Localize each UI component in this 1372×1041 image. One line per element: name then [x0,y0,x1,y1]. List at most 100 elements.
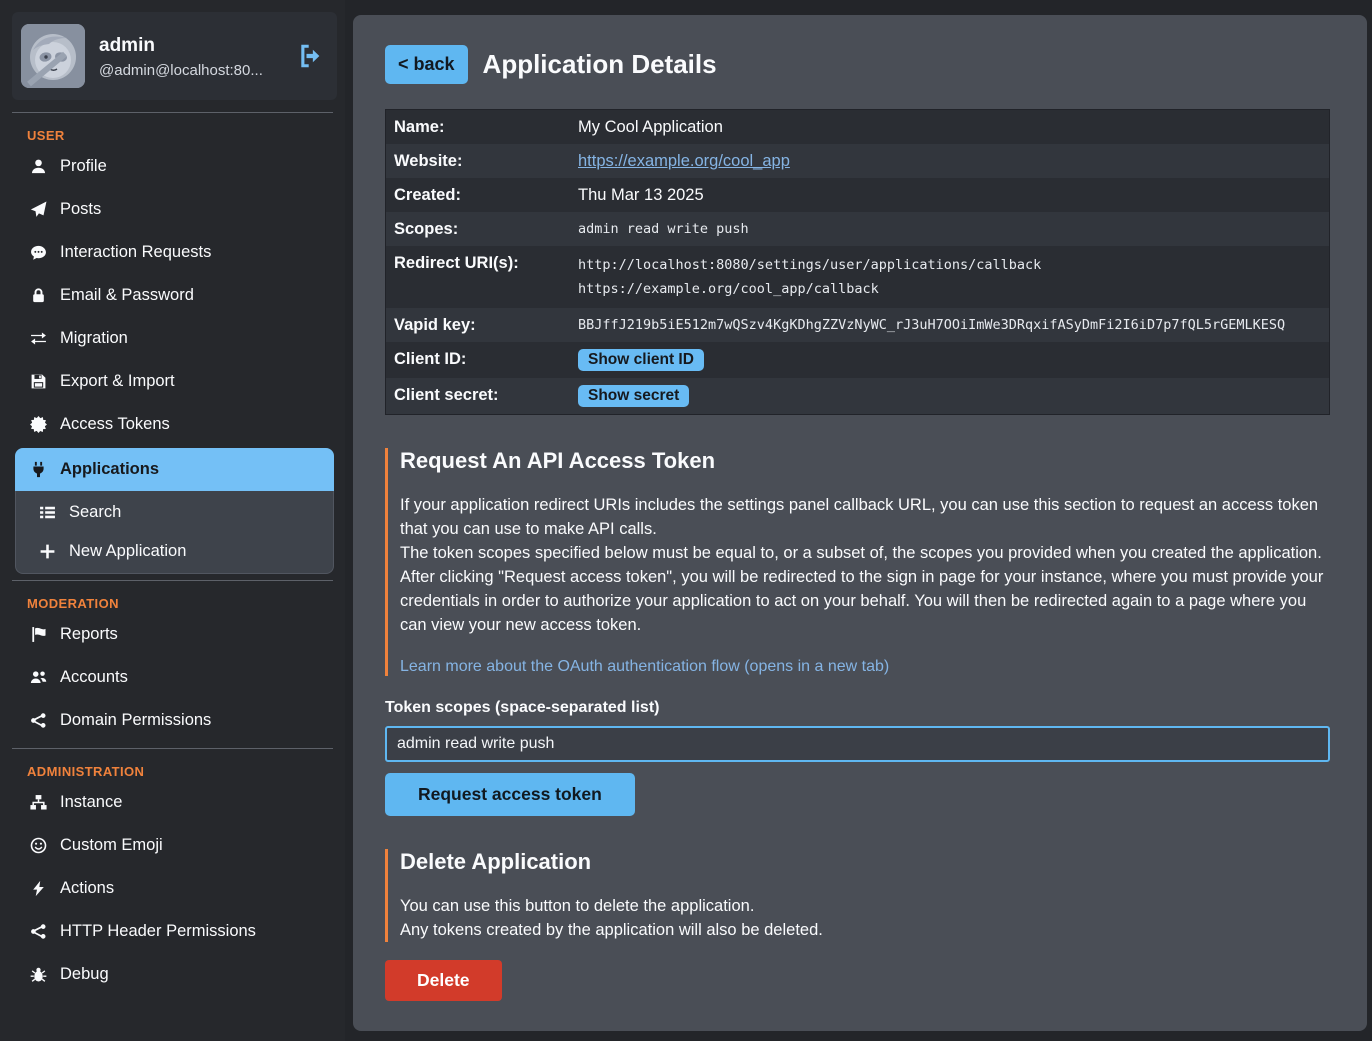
details-row-website: Website:https://example.org/cool_app [386,144,1329,178]
sign-out-icon[interactable] [297,43,323,69]
details-label: Client ID: [386,342,578,378]
sidebar-item-actions[interactable]: Actions [0,867,345,910]
sidebar-submenu: Search New Application [15,491,334,574]
redirect-uri: https://example.org/cool_app/callback [578,277,1041,301]
sidebar-item-label: Email & Password [60,286,194,305]
details-value: https://example.org/cool_app [578,144,798,178]
sidebar-item-posts[interactable]: Posts [0,188,345,231]
details-row-client-secret: Client secret:Show secret [386,378,1329,414]
sidebar-item-http-header-permissions[interactable]: HTTP Header Permissions [0,910,345,953]
details-value: Show secret [578,378,697,414]
details-label: Website: [386,144,578,178]
delete-application-heading: Delete Application [400,849,1325,875]
paper-plane-icon [30,201,47,218]
sidebar-item-debug[interactable]: Debug [0,953,345,996]
user-icon [30,158,47,175]
details-value: http://localhost:8080/settings/user/appl… [578,246,1049,308]
sidebar-item-interaction-requests[interactable]: Interaction Requests [0,231,345,274]
delete-application-description: You can use this button to delete the ap… [400,894,1325,942]
delete-application-line: You can use this button to delete the ap… [400,894,1325,918]
details-value: BBJffJ219b5iE512m7wQSzv4KgKDhgZZVzNyWC_r… [578,308,1293,342]
sidebar-item-migration[interactable]: Migration [0,317,345,360]
sidebar-item-label: Posts [60,200,101,219]
list-icon [39,504,56,521]
sidebar-subitem-label: New Application [69,542,186,561]
sidebar-item-custom-emoji[interactable]: Custom Emoji [0,824,345,867]
sidebar-item-email-password[interactable]: Email & Password [0,274,345,317]
show-secret-button[interactable]: Show secret [578,385,689,407]
request-token-paragraph: If your application redirect URIs includ… [400,493,1325,541]
sidebar-item-export-import[interactable]: Export & Import [0,360,345,403]
plus-icon [39,543,56,560]
sidebar-item-accounts[interactable]: Accounts [0,656,345,699]
sidebar-item-label: Access Tokens [60,415,170,434]
sidebar-item-label: Reports [60,625,118,644]
redirect-uri: http://localhost:8080/settings/user/appl… [578,253,1041,277]
sidebar-item-domain-permissions[interactable]: Domain Permissions [0,699,345,742]
smile-icon [30,837,47,854]
sidebar-item-applications[interactable]: Applications [15,448,334,491]
sidebar-group-applications: Applications Search New Application [15,448,334,574]
request-token-description: If your application redirect URIs includ… [400,493,1325,637]
main-panel: < back Application Details Name:My Cool … [353,15,1367,1031]
sidebar-item-reports[interactable]: Reports [0,613,345,656]
request-token-section: Request An API Access Token If your appl… [385,448,1325,676]
page-title: Application Details [483,49,717,80]
details-row-created: Created:Thu Mar 13 2025 [386,178,1329,212]
sidebar-subitem-new-application[interactable]: New Application [16,532,333,571]
details-row-name: Name:My Cool Application [386,110,1329,144]
details-row-scopes: Scopes:admin read write push [386,212,1329,246]
application-details-table: Name:My Cool ApplicationWebsite:https://… [385,109,1330,415]
sidebar-item-label: Interaction Requests [60,243,211,262]
bolt-icon [30,880,47,897]
details-label: Created: [386,178,578,212]
details-value: Thu Mar 13 2025 [578,178,712,212]
delete-button[interactable]: Delete [385,960,502,1001]
sidebar-item-label: Export & Import [60,372,175,391]
request-access-token-button[interactable]: Request access token [385,773,635,816]
back-button[interactable]: < back [385,45,468,84]
exchange-icon [30,330,47,347]
sidebar-item-label: Instance [60,793,122,812]
user-name: admin [99,34,263,58]
delete-application-line: Any tokens created by the application wi… [400,918,1325,942]
request-token-heading: Request An API Access Token [400,448,1325,474]
details-row-vapid-key: Vapid key:BBJffJ219b5iE512m7wQSzv4KgKDhg… [386,308,1329,342]
token-scopes-input[interactable] [385,726,1330,762]
page-header: < back Application Details [385,45,1325,84]
sidebar-item-access-tokens[interactable]: Access Tokens [0,403,345,446]
user-card[interactable]: admin @admin@localhost:80... [12,12,337,100]
details-label: Client secret: [386,378,578,414]
avatar [21,24,85,88]
sitemap-icon [30,794,47,811]
oauth-docs-link[interactable]: Learn more about the OAuth authenticatio… [400,658,889,676]
sidebar-item-label: Accounts [60,668,128,687]
website-link[interactable]: https://example.org/cool_app [578,152,790,170]
certificate-icon [30,416,47,433]
sidebar-subitem-label: Search [69,503,121,522]
details-row-client-id: Client ID:Show client ID [386,342,1329,378]
request-token-paragraph: After clicking "Request access token", y… [400,565,1325,637]
sidebar-item-label: Debug [60,965,109,984]
sidebar-item-label: HTTP Header Permissions [60,922,256,941]
lock-icon [30,287,47,304]
users-icon [30,669,47,686]
share-nodes-icon [30,923,47,940]
sidebar-item-instance[interactable]: Instance [0,781,345,824]
sidebar-item-profile[interactable]: Profile [0,145,345,188]
details-value: Show client ID [578,342,712,378]
show-client-id-button[interactable]: Show client ID [578,349,704,371]
floppy-icon [30,373,47,390]
delete-application-section: Delete Application You can use this butt… [385,849,1325,942]
details-value: My Cool Application [578,110,731,144]
share-nodes-icon [30,712,47,729]
details-label: Name: [386,110,578,144]
details-label: Redirect URI(s): [386,246,578,308]
sidebar-item-label: Applications [60,460,159,479]
sidebar-divider [12,580,333,581]
details-value: admin read write push [578,212,757,246]
sidebar-subitem-search[interactable]: Search [16,493,333,532]
sidebar-item-label: Profile [60,157,107,176]
details-label: Vapid key: [386,308,578,342]
sidebar-item-label: Custom Emoji [60,836,163,855]
